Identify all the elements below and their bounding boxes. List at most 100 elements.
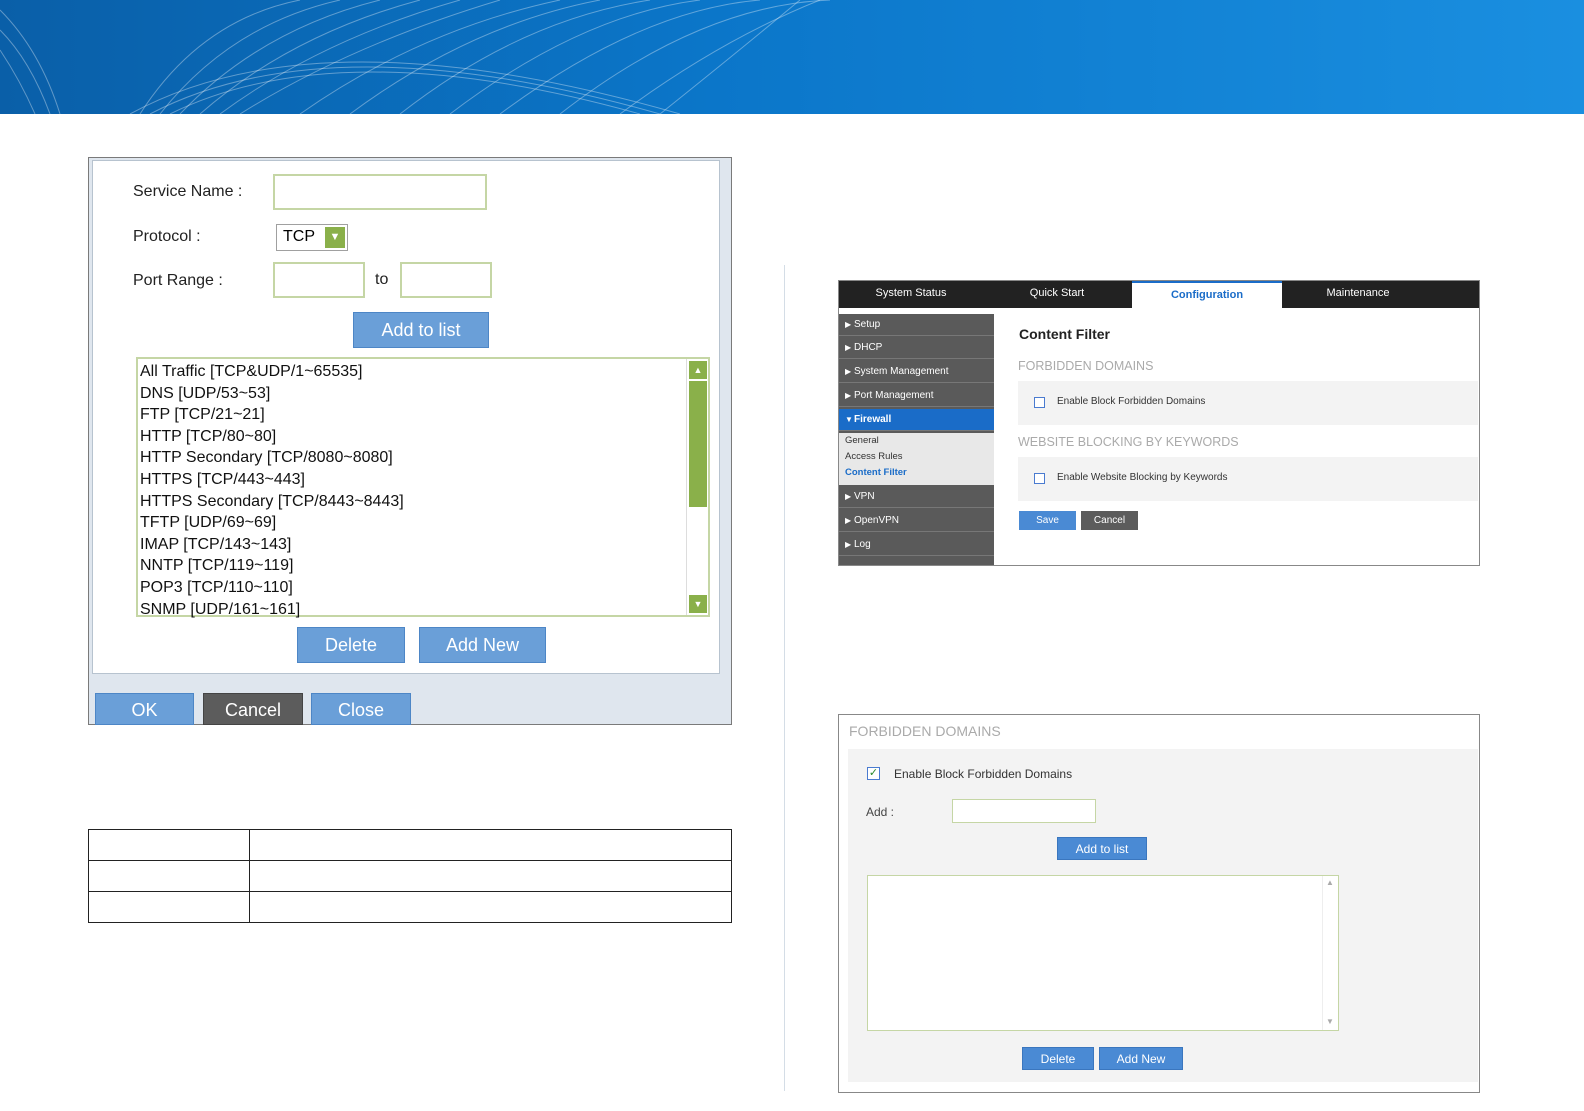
banner-wave-graphic [0, 0, 831, 114]
caret-right-icon: ▶ [845, 516, 852, 525]
table-cell [249, 860, 732, 892]
tab-system-status[interactable]: System Status [839, 281, 983, 308]
page-title: Content Filter [1019, 326, 1110, 342]
port-range-end-input[interactable] [400, 262, 492, 298]
domains-list-scrollbar[interactable]: ▲ ▼ [1322, 876, 1338, 1030]
caret-down-icon: ▼ [845, 415, 853, 424]
service-list[interactable]: All Traffic [TCP&UDP/1~65535] DNS [UDP/53… [136, 357, 710, 620]
cancel-button[interactable]: Cancel [203, 693, 303, 725]
delete-button[interactable]: Delete [1022, 1047, 1094, 1070]
scroll-up-icon[interactable]: ▲ [1326, 878, 1334, 887]
protocol-select[interactable]: TCP ▼ [276, 224, 348, 251]
sidebar-item-label: Firewall [854, 414, 892, 425]
forbidden-domains-body: ✓ Enable Block Forbidden Domains Add : A… [848, 749, 1478, 1082]
caret-right-icon: ▶ [845, 343, 852, 352]
enable-forbidden-domains-label: Enable Block Forbidden Domains [1057, 396, 1206, 407]
tab-configuration[interactable]: Configuration [1132, 281, 1282, 308]
enable-website-blocking-checkbox[interactable] [1034, 473, 1045, 484]
enable-forbidden-domains-checkbox[interactable]: ✓ [867, 767, 880, 780]
website-blocking-row: Enable Website Blocking by Keywords [1018, 457, 1478, 501]
add-domain-label: Add : [866, 805, 895, 819]
add-domain-input[interactable] [952, 799, 1096, 823]
service-list-items: All Traffic [TCP&UDP/1~65535] DNS [UDP/53… [138, 359, 708, 620]
tab-quick-start[interactable]: Quick Start [983, 281, 1131, 308]
table-cell [249, 891, 732, 923]
port-range-label: Port Range : [133, 272, 223, 289]
forbidden-domains-heading: FORBIDDEN DOMAINS [1018, 359, 1154, 373]
forbidden-domains-title: FORBIDDEN DOMAINS [849, 723, 1001, 739]
table-cell [88, 829, 250, 861]
forbidden-domains-row: Enable Block Forbidden Domains [1018, 381, 1478, 425]
cancel-button[interactable]: Cancel [1081, 511, 1138, 530]
list-item[interactable]: IMAP [TCP/143~143] [140, 534, 708, 556]
forbidden-domains-list[interactable]: ▲ ▼ [867, 875, 1339, 1031]
service-name-label: Service Name : [133, 183, 243, 200]
add-to-list-button[interactable]: Add to list [353, 312, 489, 348]
caret-right-icon: ▶ [845, 492, 852, 501]
list-item[interactable]: SNMP [UDP/161~161] [140, 599, 708, 621]
enable-forbidden-domains-checkbox[interactable] [1034, 397, 1045, 408]
sidebar-item-dhcp[interactable]: ▶ DHCP [839, 337, 994, 359]
table-cell [249, 829, 732, 861]
scrollbar-thumb[interactable] [689, 381, 707, 507]
scroll-down-icon[interactable]: ▼ [1326, 1017, 1334, 1026]
list-item[interactable]: All Traffic [TCP&UDP/1~65535] [140, 361, 708, 383]
submenu-item-access-rules[interactable]: Access Rules [845, 451, 903, 462]
column-divider [784, 265, 785, 1091]
service-form-panel: Service Name : Protocol : TCP ▼ Port Ran… [92, 160, 720, 674]
protocol-select-value: TCP [283, 228, 315, 245]
header-banner [0, 0, 1584, 114]
list-item[interactable]: HTTPS [TCP/443~443] [140, 469, 708, 491]
content-filter-main: Content Filter FORBIDDEN DOMAINS Enable … [994, 308, 1479, 565]
table-row [88, 860, 732, 892]
port-range-start-input[interactable] [273, 262, 365, 298]
service-dialog: Service Name : Protocol : TCP ▼ Port Ran… [88, 157, 732, 725]
list-item[interactable]: NNTP [TCP/119~119] [140, 555, 708, 577]
scroll-down-icon[interactable]: ▼ [689, 595, 707, 613]
caret-right-icon: ▶ [845, 540, 852, 549]
caret-right-icon: ▶ [845, 367, 852, 376]
sidebar-item-log[interactable]: ▶ Log [839, 534, 994, 556]
ok-button[interactable]: OK [95, 693, 194, 725]
service-list-scrollbar[interactable]: ▲ ▼ [686, 359, 708, 615]
add-new-button[interactable]: Add New [419, 627, 546, 663]
sidebar-item-label: VPN [854, 491, 875, 502]
caret-right-icon: ▶ [845, 320, 852, 329]
sidebar-item-label: OpenVPN [854, 515, 900, 526]
add-to-list-button[interactable]: Add to list [1057, 837, 1147, 860]
service-name-input[interactable] [273, 174, 487, 210]
content-filter-screenshot: System Status Quick Start Configuration … [838, 280, 1480, 566]
tab-maintenance[interactable]: Maintenance [1283, 281, 1433, 308]
close-button[interactable]: Close [311, 693, 411, 725]
list-item[interactable]: HTTPS Secondary [TCP/8443~8443] [140, 491, 708, 513]
port-range-to-label: to [375, 271, 389, 288]
sidebar-item-vpn[interactable]: ▶ VPN [839, 486, 994, 508]
delete-button[interactable]: Delete [297, 627, 405, 663]
top-tab-bar: System Status Quick Start Configuration … [839, 281, 1479, 308]
scroll-up-icon[interactable]: ▲ [689, 361, 707, 379]
sidebar-item-setup[interactable]: ▶ Setup [839, 314, 994, 336]
sidebar-item-firewall[interactable]: ▼ Firewall [839, 409, 994, 431]
save-button[interactable]: Save [1019, 511, 1076, 530]
list-item[interactable]: DNS [UDP/53~53] [140, 383, 708, 405]
info-table [88, 829, 732, 923]
sidebar-item-system-management[interactable]: ▶ System Management [839, 361, 994, 383]
sidebar-item-openvpn[interactable]: ▶ OpenVPN [839, 510, 994, 532]
submenu-item-general[interactable]: General [845, 435, 879, 446]
enable-forbidden-domains-label: Enable Block Forbidden Domains [894, 767, 1073, 781]
sidebar-item-label: Log [854, 539, 871, 550]
list-item[interactable]: POP3 [TCP/110~110] [140, 577, 708, 599]
add-new-button[interactable]: Add New [1099, 1047, 1183, 1070]
table-row [88, 829, 732, 861]
sidebar-item-label: Port Management [854, 390, 934, 401]
sidebar-item-port-management[interactable]: ▶ Port Management [839, 385, 994, 407]
forbidden-domains-screenshot: FORBIDDEN DOMAINS ✓ Enable Block Forbidd… [838, 714, 1480, 1093]
sidebar-item-label: DHCP [854, 342, 883, 353]
list-item[interactable]: HTTP Secondary [TCP/8080~8080] [140, 447, 708, 469]
protocol-label: Protocol : [133, 228, 201, 245]
chevron-down-icon[interactable]: ▼ [325, 227, 345, 248]
list-item[interactable]: TFTP [UDP/69~69] [140, 512, 708, 534]
submenu-item-content-filter[interactable]: Content Filter [845, 467, 907, 478]
list-item[interactable]: FTP [TCP/21~21] [140, 404, 708, 426]
list-item[interactable]: HTTP [TCP/80~80] [140, 426, 708, 448]
